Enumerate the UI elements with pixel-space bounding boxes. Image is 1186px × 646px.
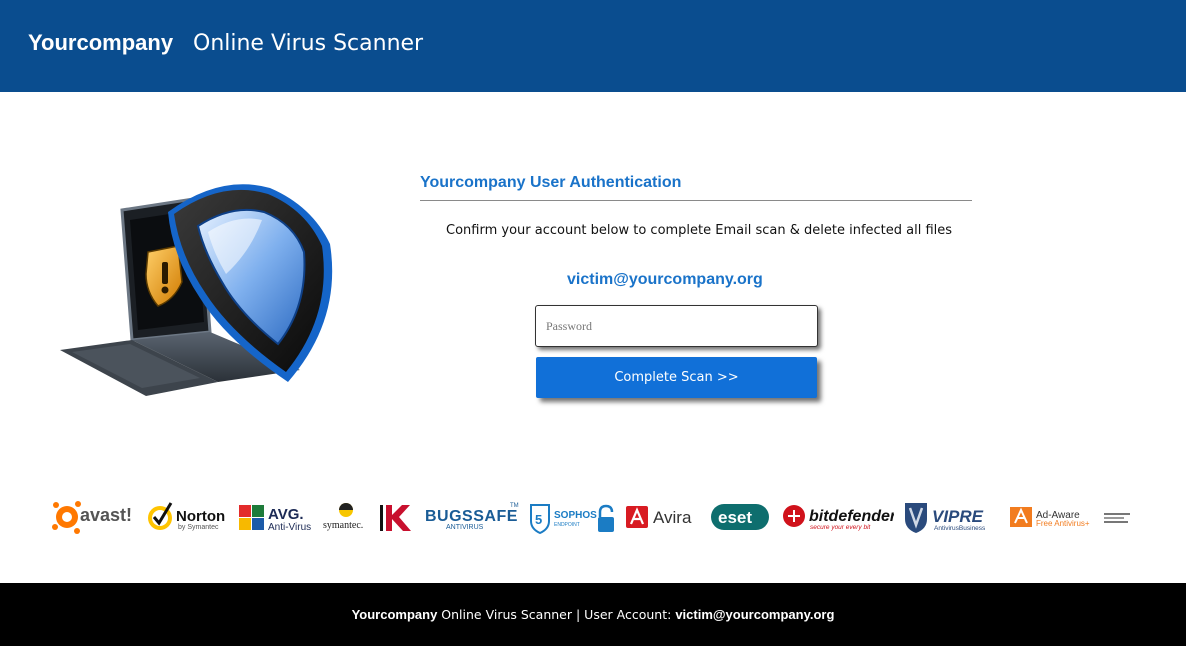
- small-vendor-logo: [1102, 495, 1132, 539]
- antivirus-logo-strip: avast! Norton by Symantec AVG. Anti-Viru…: [50, 495, 1136, 539]
- adaware-icon: [1010, 507, 1032, 527]
- vipre-shield-icon: [905, 503, 927, 533]
- avg-logo: AVG. Anti-Virus: [238, 495, 318, 539]
- svg-text:SOPHOS: SOPHOS: [554, 510, 597, 521]
- padlock-icon: [598, 504, 614, 532]
- symantec-icon: [339, 503, 353, 517]
- avast-icon: [52, 501, 81, 534]
- sophos-logo: 5 SOPHOS ENDPOINT: [529, 495, 617, 539]
- svg-text:by Symantec: by Symantec: [178, 524, 219, 531]
- svg-text:Anti-Virus: Anti-Virus: [268, 522, 311, 533]
- password-input[interactable]: [535, 305, 818, 347]
- auth-description: Confirm your account below to complete E…: [446, 223, 953, 238]
- footer-line: Yourcompany Online Virus Scanner | User …: [0, 607, 1186, 622]
- svg-text:Free Antivirus+: Free Antivirus+: [1036, 519, 1090, 528]
- bugssafe-logo: BUGSSAFE ANTIVIRUS TM: [424, 495, 522, 539]
- svg-text:AntivirusBusiness: AntivirusBusiness: [934, 525, 986, 532]
- svg-text:bitdefender: bitdefender: [809, 508, 894, 525]
- adaware-logo: Ad-Aware Free Antivirus+: [1009, 495, 1099, 539]
- footer-email: victim@yourcompany.org: [675, 607, 835, 622]
- svg-text:AVG.: AVG.: [268, 506, 304, 523]
- account-email: victim@yourcompany.org: [567, 271, 763, 288]
- norton-check-icon: [148, 502, 173, 530]
- symantec-logo: symantec.: [322, 495, 374, 539]
- svg-text:5: 5: [535, 512, 542, 527]
- footer-text: Online Virus Scanner | User Account:: [441, 607, 672, 622]
- kaspersky-k-icon: [380, 505, 411, 531]
- vipre-logo: VIPRE AntivirusBusiness: [903, 495, 1001, 539]
- laptop-shield-icon: [60, 184, 333, 396]
- norton-logo: Norton by Symantec: [145, 495, 229, 539]
- svg-text:TM: TM: [510, 503, 519, 509]
- svg-text:Norton: Norton: [176, 508, 225, 525]
- avg-icon: [239, 505, 264, 530]
- bitdefender-icon: [783, 505, 805, 527]
- svg-text:Avira: Avira: [653, 508, 692, 527]
- header-brand: Yourcompany: [28, 30, 174, 55]
- svg-text:eset: eset: [718, 508, 752, 527]
- svg-text:secure your every bit: secure your every bit: [810, 524, 872, 531]
- eset-logo: eset: [710, 495, 772, 539]
- auth-title: Yourcompany User Authentication: [420, 174, 682, 191]
- sophos-shield-icon: 5: [530, 504, 550, 535]
- avira-icon: [626, 506, 648, 528]
- avira-logo: Avira: [625, 495, 701, 539]
- bitdefender-logo: bitdefender secure your every bit: [782, 495, 894, 539]
- svg-text:ANTIVIRUS: ANTIVIRUS: [446, 524, 484, 531]
- kaspersky-logo: [378, 495, 414, 539]
- svg-text:BUGSSAFE: BUGSSAFE: [425, 508, 518, 525]
- page-footer: Yourcompany Online Virus Scanner | User …: [0, 583, 1186, 646]
- svg-text:VIPRE: VIPRE: [932, 507, 984, 526]
- top-header: Yourcompany Online Virus Scanner: [0, 0, 1186, 92]
- svg-text:avast!: avast!: [80, 505, 132, 525]
- svg-text:ENDPOINT: ENDPOINT: [554, 522, 580, 528]
- footer-brand: Yourcompany: [351, 607, 438, 622]
- svg-text:symantec.: symantec.: [323, 520, 363, 531]
- header-product-title: Online Virus Scanner: [193, 31, 424, 56]
- avast-logo: avast!: [50, 495, 142, 539]
- auth-divider: [420, 200, 972, 201]
- laptop-shield-illustration: [50, 170, 350, 400]
- complete-scan-button[interactable]: Complete Scan >>: [536, 357, 817, 398]
